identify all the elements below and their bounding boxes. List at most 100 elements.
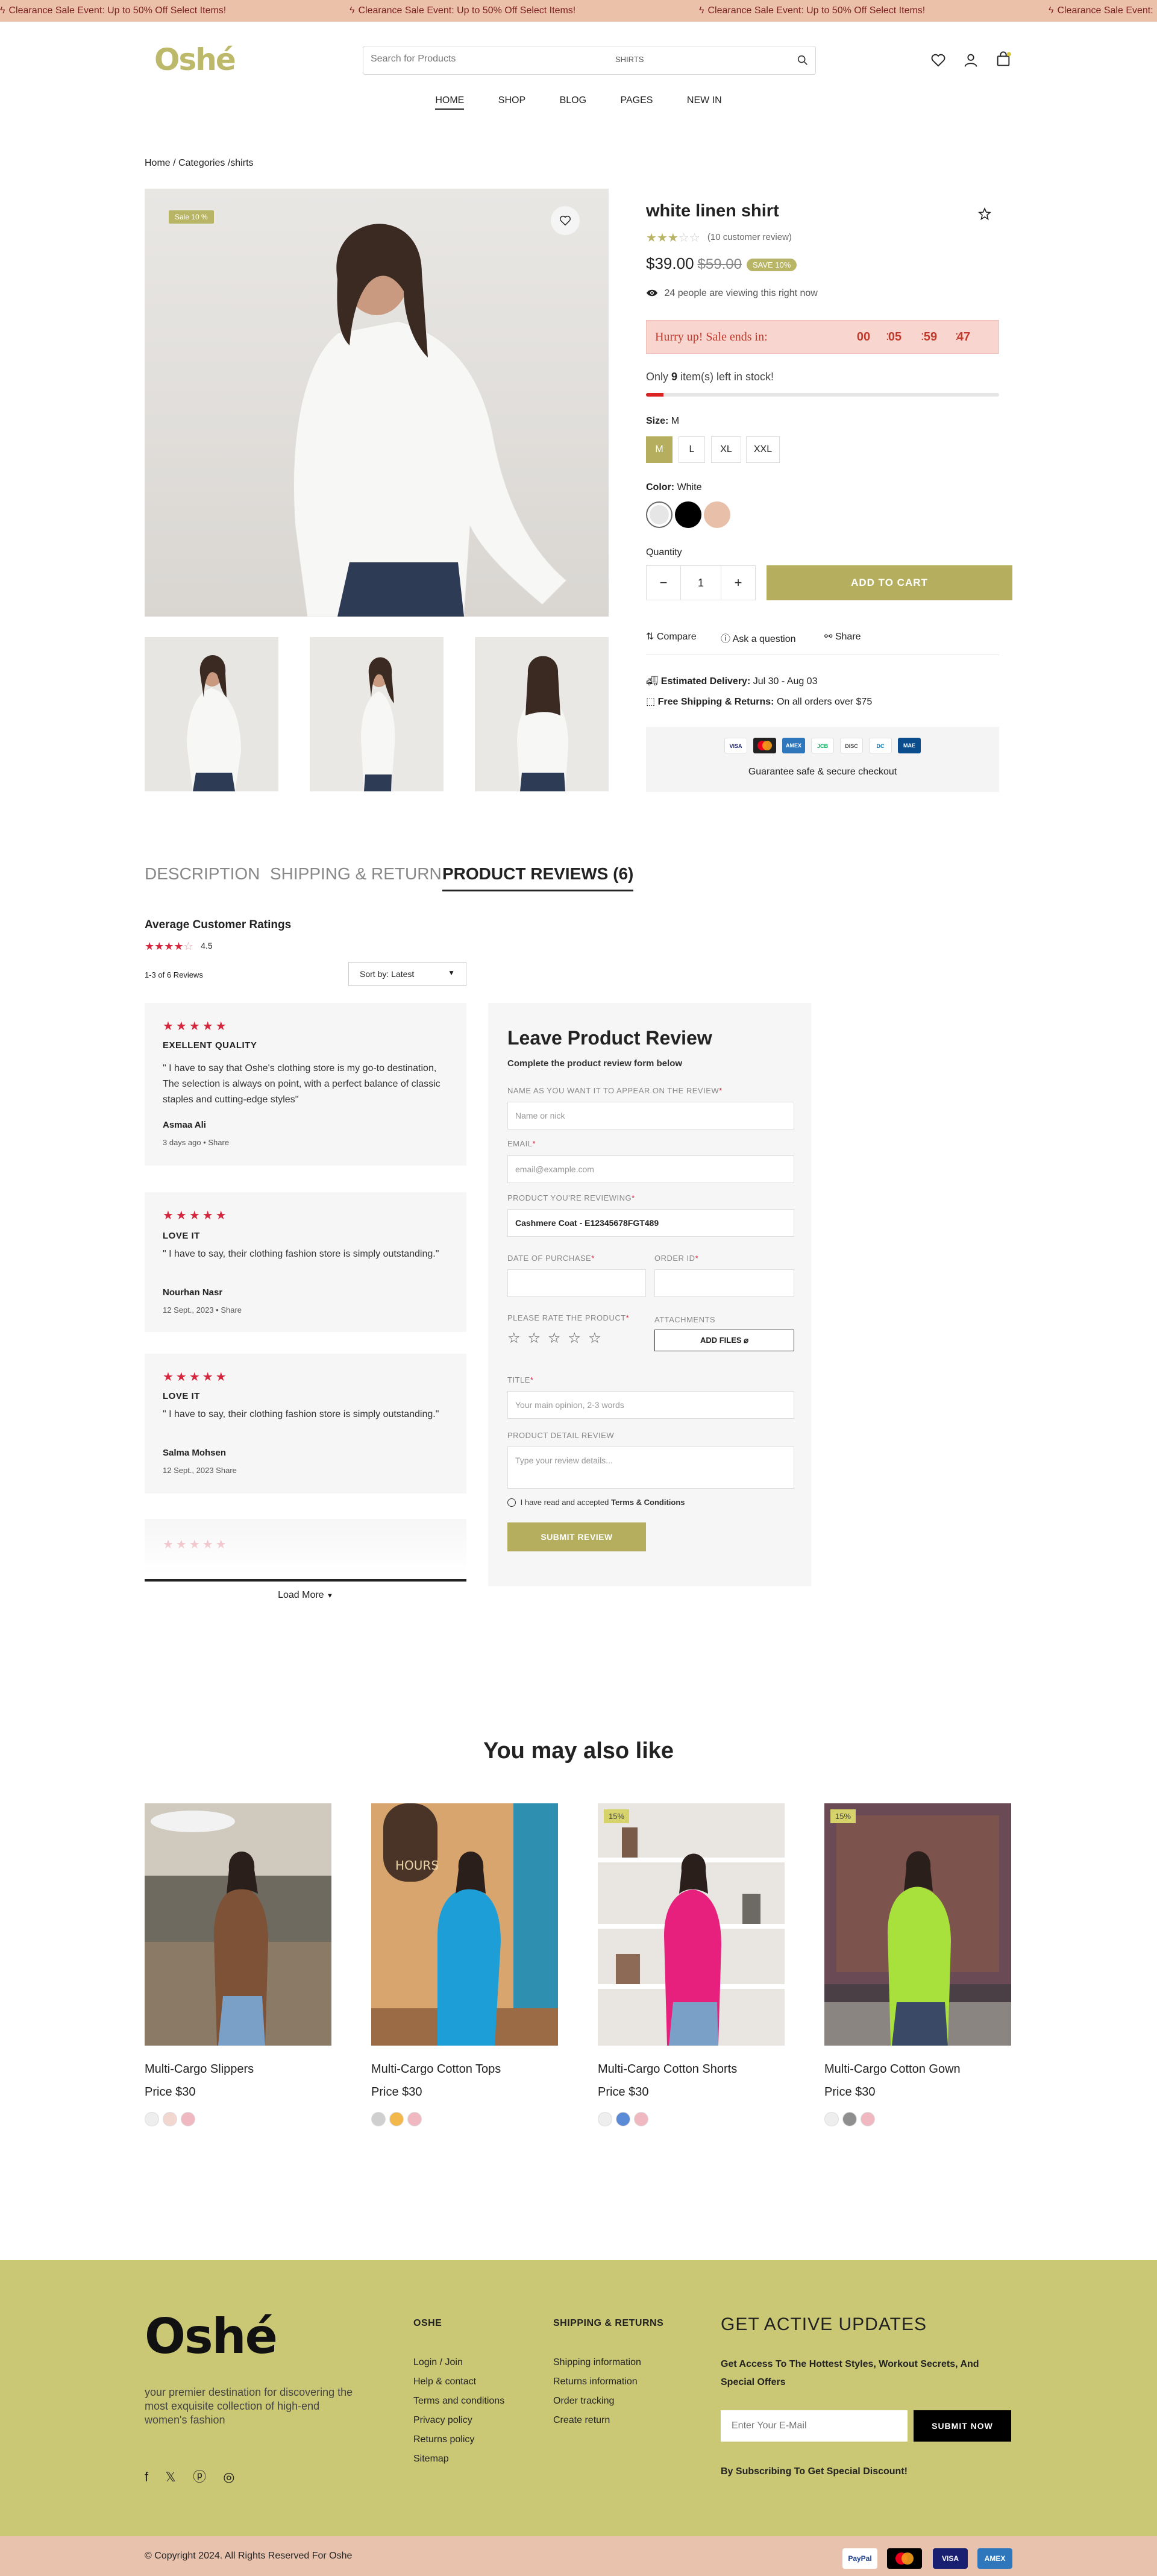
footer-link[interactable]: Privacy policy — [413, 2411, 504, 2430]
breadcrumb[interactable]: Home / Categories /shirts — [145, 158, 254, 169]
tab-description[interactable]: DESCRIPTION — [145, 864, 260, 890]
search-icon[interactable] — [796, 54, 809, 67]
sort-dropdown[interactable]: Sort by: Latest ▼ — [348, 962, 466, 986]
nav-new-in[interactable]: NEW IN — [687, 95, 722, 106]
review-meta[interactable]: 12 Sept., 2023 • Share — [163, 1305, 242, 1315]
load-more-button[interactable]: Load More ▼ — [145, 1579, 466, 1601]
nav-pages[interactable]: PAGES — [620, 95, 653, 106]
related-product-image[interactable] — [598, 1803, 785, 2046]
footer-logo[interactable]: Oshé — [145, 2308, 278, 2364]
thumbnail-2[interactable] — [310, 637, 444, 791]
detail-field[interactable]: Type your review details... — [507, 1447, 794, 1489]
review-count-link[interactable]: (10 customer review) — [707, 232, 792, 242]
quantity-value[interactable]: 1 — [680, 566, 721, 600]
name-field[interactable]: Name or nick — [507, 1102, 794, 1129]
footer-link[interactable]: Shipping information — [553, 2353, 641, 2372]
compare-icon: ⇅ — [646, 632, 654, 642]
social-links: f 𝕏 ⓟ ◎ — [145, 2466, 234, 2486]
review-meta[interactable]: 3 days ago • Share — [163, 1138, 229, 1147]
logo[interactable]: Oshé — [154, 42, 236, 77]
footer-link[interactable]: Login / Join — [413, 2353, 504, 2372]
related-product-image[interactable] — [145, 1803, 331, 2046]
ask-question-link[interactable]: ⓘ Ask a question — [721, 630, 796, 645]
size-option-xxl[interactable]: XXL — [746, 436, 780, 463]
add-to-cart-button[interactable]: ADD TO CART — [767, 565, 1012, 600]
color-swatch[interactable] — [181, 2112, 195, 2126]
footer-link[interactable]: Help & contact — [413, 2372, 504, 2392]
related-product-image[interactable] — [824, 1803, 1011, 2046]
nav-home[interactable]: HOME — [435, 95, 465, 110]
footer-link[interactable]: Returns policy — [413, 2430, 504, 2449]
thumbnail-3[interactable] — [475, 637, 609, 791]
product-main-image[interactable] — [145, 189, 609, 617]
size-option-xl[interactable]: XL — [711, 436, 741, 463]
color-swatch[interactable] — [407, 2112, 422, 2126]
color-swatch[interactable] — [163, 2112, 177, 2126]
color-swatch-peach[interactable] — [704, 501, 730, 528]
quantity-decrease-button[interactable]: − — [647, 566, 680, 600]
color-swatch[interactable] — [371, 2112, 386, 2126]
footer-link[interactable]: Create return — [553, 2411, 641, 2430]
color-swatch-white[interactable] — [646, 501, 673, 528]
compare-link[interactable]: ⇅ Compare — [646, 630, 697, 642]
footer-link[interactable]: Terms and conditions — [413, 2392, 504, 2411]
quantity-increase-button[interactable]: + — [721, 566, 755, 600]
search-input[interactable] — [371, 54, 600, 64]
user-icon[interactable] — [962, 52, 979, 69]
related-product-image[interactable]: HOURS — [371, 1803, 558, 2046]
related-product-name[interactable]: Multi-Cargo Cotton Gown — [824, 2062, 961, 2076]
x-twitter-icon[interactable]: 𝕏 — [165, 2469, 176, 2484]
favorite-button[interactable] — [968, 200, 1002, 228]
terms-link[interactable]: Terms & Conditions — [611, 1498, 685, 1507]
tab-product-reviews[interactable]: PRODUCT REVIEWS (6) — [442, 864, 634, 891]
instagram-icon[interactable]: ◎ — [223, 2469, 234, 2484]
product-field[interactable]: Cashmere Coat - E12345678FGT489 — [507, 1209, 794, 1237]
name-label: NAME AS YOU WANT IT TO APPEAR ON THE REV… — [507, 1086, 723, 1095]
footer-link[interactable]: Sitemap — [413, 2449, 504, 2469]
review-meta[interactable]: 12 Sept., 2023 Share — [163, 1466, 237, 1475]
submit-review-button[interactable]: SUBMIT REVIEW — [507, 1522, 646, 1551]
color-swatch[interactable] — [598, 2112, 612, 2126]
title-field[interactable]: Your main opinion, 2-3 words — [507, 1391, 794, 1419]
color-swatch[interactable] — [616, 2112, 630, 2126]
date-field[interactable] — [507, 1269, 646, 1297]
thumbnail-photo — [145, 637, 278, 791]
email-field[interactable]: email@example.com — [507, 1155, 794, 1183]
color-swatch[interactable] — [389, 2112, 404, 2126]
color-swatch[interactable] — [861, 2112, 875, 2126]
countdown-seconds: 47 — [956, 330, 971, 344]
related-product-name[interactable]: Multi-Cargo Slippers — [145, 2062, 254, 2076]
thumbnail-1[interactable] — [145, 637, 278, 791]
save-badge: SAVE 10% — [746, 258, 797, 271]
nav-shop[interactable]: SHOP — [498, 95, 525, 106]
nav-blog[interactable]: BLOG — [560, 95, 586, 106]
quantity-stepper[interactable]: − 1 + — [646, 565, 756, 600]
color-swatch-black[interactable] — [675, 501, 701, 528]
related-product-name[interactable]: Multi-Cargo Cotton Tops — [371, 2062, 501, 2076]
newsletter-email-input[interactable] — [721, 2410, 908, 2442]
search-category[interactable]: SHIRTS — [615, 55, 644, 64]
footer-link[interactable]: Returns information — [553, 2372, 641, 2392]
size-option-l[interactable]: L — [679, 436, 705, 463]
order-id-field[interactable] — [654, 1269, 794, 1297]
terms-checkbox[interactable] — [507, 1498, 516, 1507]
color-swatch[interactable] — [145, 2112, 159, 2126]
color-swatch[interactable] — [634, 2112, 648, 2126]
share-link[interactable]: ⚯ Share — [824, 630, 861, 642]
wishlist-button[interactable] — [551, 206, 580, 235]
tab-shipping-return[interactable]: SHIPPING & RETURN — [270, 864, 442, 890]
pinterest-icon[interactable]: ⓟ — [193, 2469, 206, 2484]
add-files-button[interactable]: ADD FILES ⌀ — [654, 1330, 794, 1351]
heart-icon[interactable] — [930, 52, 947, 69]
size-option-m[interactable]: M — [646, 436, 673, 463]
search-bar[interactable]: SHIRTS — [363, 46, 816, 75]
color-swatch[interactable] — [842, 2112, 857, 2126]
rate-stars-input[interactable]: ☆☆☆☆☆ — [507, 1330, 609, 1347]
facebook-icon[interactable]: f — [145, 2469, 148, 2484]
footer-link[interactable]: Order tracking — [553, 2392, 641, 2411]
review-card: ★★★★★ LOVE IT " I have to say, their clo… — [145, 1354, 466, 1494]
newsletter-submit-button[interactable]: SUBMIT NOW — [914, 2410, 1011, 2442]
cart-icon[interactable] — [995, 51, 1012, 68]
color-swatch[interactable] — [824, 2112, 839, 2126]
related-product-name[interactable]: Multi-Cargo Cotton Shorts — [598, 2062, 737, 2076]
